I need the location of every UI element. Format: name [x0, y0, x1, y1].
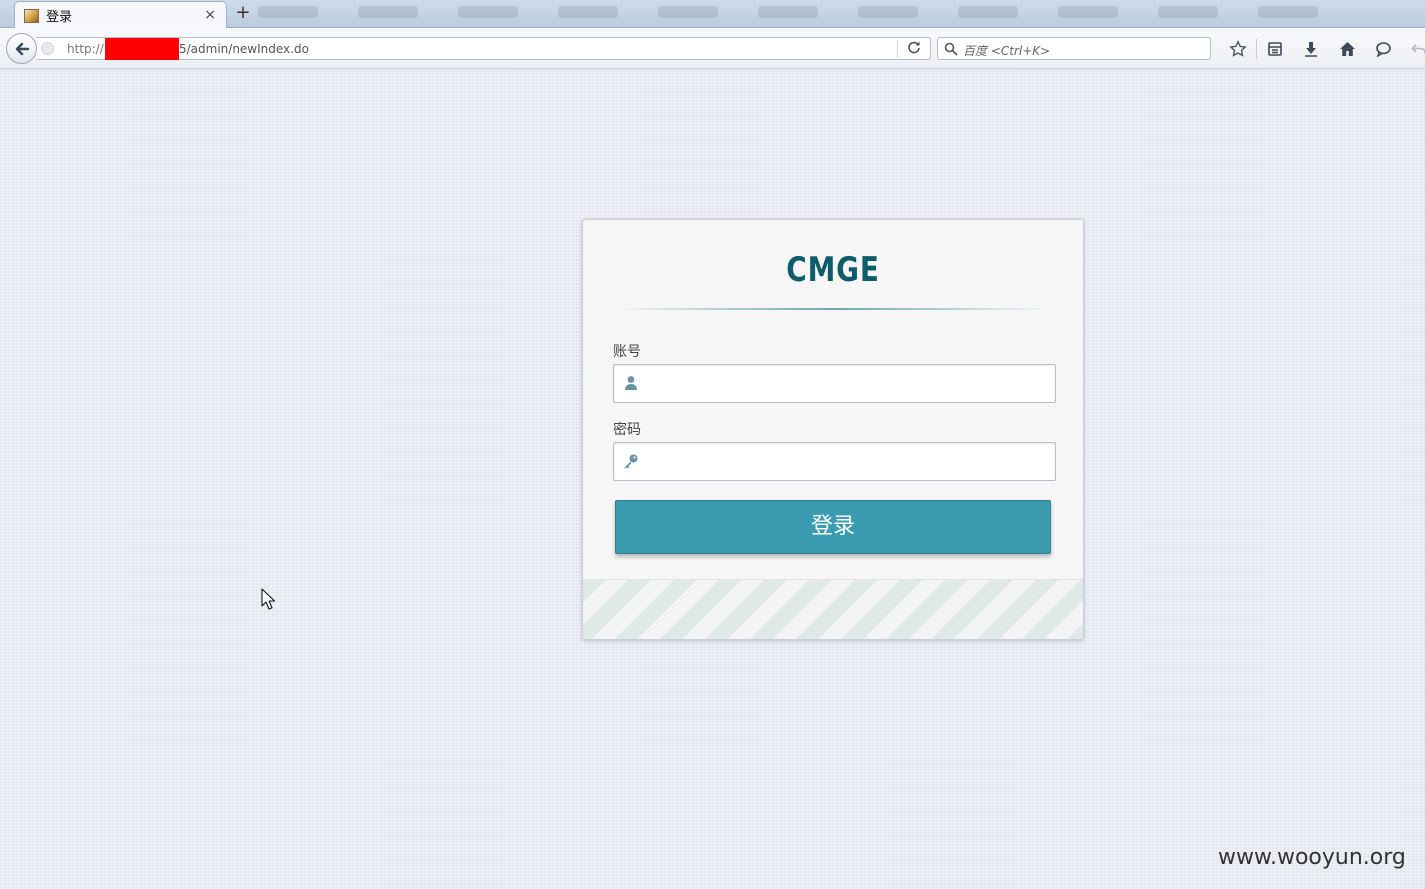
background-tab[interactable] — [1158, 6, 1218, 18]
background-tab[interactable] — [1258, 6, 1318, 18]
user-icon — [623, 375, 639, 391]
background-tab[interactable] — [1058, 6, 1118, 18]
url-scheme: http:// — [67, 42, 104, 56]
back-button[interactable] — [6, 33, 37, 64]
brand-divider — [618, 308, 1048, 310]
search-icon — [944, 41, 958, 56]
account-input[interactable] — [650, 365, 1050, 402]
account-label: 账号 — [613, 344, 641, 360]
star-bookmark-icon[interactable] — [1220, 37, 1256, 61]
reading-list-icon[interactable] — [1257, 37, 1293, 61]
page-viewport: CMGE 账号 密码 登录 www.wooyun.org — [0, 70, 1425, 889]
navigation-toolbar: http:// 5/admin/newIndex.do 百度 <Ctrl+K> — [0, 28, 1425, 69]
key-icon — [623, 453, 639, 469]
password-label: 密码 — [613, 422, 641, 438]
search-placeholder: 百度 <Ctrl+K> — [963, 44, 1051, 58]
password-field[interactable] — [613, 442, 1056, 481]
background-tab[interactable] — [258, 6, 318, 18]
undo-icon[interactable] — [1401, 37, 1425, 61]
site-identity-icon[interactable] — [41, 42, 54, 55]
download-icon[interactable] — [1293, 37, 1329, 61]
redacted-host — [105, 38, 179, 60]
background-tab[interactable] — [758, 6, 818, 18]
account-field[interactable] — [613, 364, 1056, 403]
url-path: 5/admin/newIndex.do — [179, 42, 309, 56]
background-tab[interactable] — [458, 6, 518, 18]
brand-logo: CMGE — [786, 250, 880, 290]
reload-icon[interactable] — [907, 40, 921, 58]
card-footer-stripes — [583, 579, 1083, 639]
url-divider — [897, 40, 898, 58]
new-tab-button[interactable]: + — [233, 4, 253, 24]
close-tab-icon[interactable]: × — [204, 7, 216, 23]
mouse-pointer-icon — [261, 588, 275, 610]
background-tab[interactable] — [958, 6, 1018, 18]
password-input[interactable] — [650, 443, 1050, 480]
watermark-text: www.wooyun.org — [1218, 845, 1406, 870]
login-card: CMGE 账号 密码 登录 — [582, 219, 1084, 640]
background-tab[interactable] — [858, 6, 918, 18]
chat-icon[interactable] — [1365, 37, 1401, 61]
search-bar[interactable]: 百度 <Ctrl+K> — [937, 37, 1211, 60]
back-arrow-icon — [15, 42, 29, 55]
page-favicon-icon — [24, 8, 39, 23]
home-icon[interactable] — [1329, 37, 1365, 61]
background-tabs — [258, 6, 1425, 22]
tab-title: 登录 — [46, 10, 73, 25]
toolbar-buttons — [1220, 37, 1425, 61]
tab-bar: 登录 × + — [0, 0, 1425, 29]
tab-login[interactable]: 登录 × — [14, 1, 227, 29]
background-tab[interactable] — [558, 6, 618, 18]
background-tab[interactable] — [658, 6, 718, 18]
url-bar[interactable]: http:// 5/admin/newIndex.do — [36, 37, 931, 60]
background-tab[interactable] — [358, 6, 418, 18]
login-button[interactable]: 登录 — [615, 500, 1051, 554]
